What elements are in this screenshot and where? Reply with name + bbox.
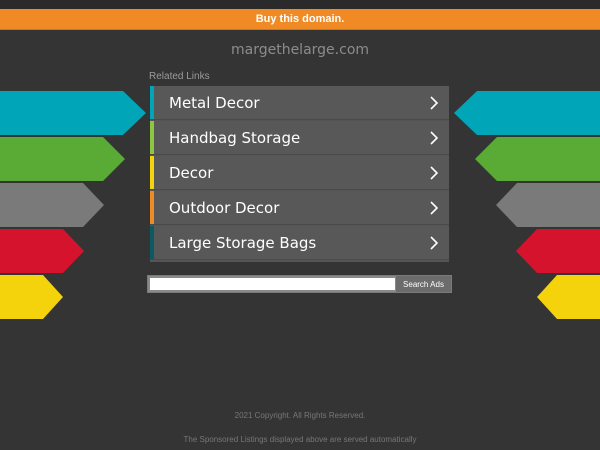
- link-metal-decor[interactable]: Metal Decor: [150, 86, 449, 120]
- right-arrow-green: [475, 137, 600, 181]
- link-label: Metal Decor: [169, 93, 260, 112]
- left-arrow-green: [0, 137, 125, 181]
- related-links-heading: Related Links: [149, 71, 210, 82]
- link-accent-bar: [150, 156, 154, 189]
- link-label: Large Storage Bags: [169, 233, 317, 252]
- domain-title: margethelarge.com: [230, 42, 370, 58]
- search-input[interactable]: [150, 278, 395, 290]
- right-arrow-red: [516, 229, 600, 273]
- search-ads-button[interactable]: Search Ads: [396, 276, 451, 292]
- link-handbag-storage[interactable]: Handbag Storage: [150, 121, 449, 155]
- left-arrow-gray: [0, 183, 104, 227]
- copyright-text: 2021 Copyright. All Rights Reserved.: [234, 411, 366, 420]
- link-accent-bar: [150, 86, 154, 119]
- link-label: Decor: [169, 163, 214, 182]
- link-decor[interactable]: Decor: [150, 156, 449, 190]
- related-links-list: Metal Decor Handbag Storage Decor Outdoo…: [150, 86, 449, 262]
- buy-domain-button[interactable]: Buy this domain.: [0, 9, 600, 30]
- right-arrow-yellow: [537, 275, 600, 319]
- link-large-storage-bags[interactable]: Large Storage Bags: [150, 226, 449, 260]
- left-arrow-red: [0, 229, 84, 273]
- left-arrow-teal: [0, 91, 146, 135]
- sponsored-disclaimer: The Sponsored Listings displayed above a…: [183, 435, 417, 444]
- chevron-right-icon: [430, 166, 439, 180]
- chevron-right-icon: [430, 131, 439, 145]
- top-strip: [0, 0, 600, 9]
- link-label: Outdoor Decor: [169, 198, 280, 217]
- right-arrow-gray: [496, 183, 600, 227]
- link-accent-bar: [150, 226, 154, 259]
- link-label: Handbag Storage: [169, 128, 301, 147]
- link-accent-bar: [150, 121, 154, 154]
- link-accent-bar: [150, 191, 154, 224]
- right-arrow-teal: [454, 91, 600, 135]
- chevron-right-icon: [430, 96, 439, 110]
- search-bar: Search Ads: [147, 275, 452, 293]
- link-outdoor-decor[interactable]: Outdoor Decor: [150, 191, 449, 225]
- left-arrow-yellow: [0, 275, 63, 319]
- chevron-right-icon: [430, 236, 439, 250]
- chevron-right-icon: [430, 201, 439, 215]
